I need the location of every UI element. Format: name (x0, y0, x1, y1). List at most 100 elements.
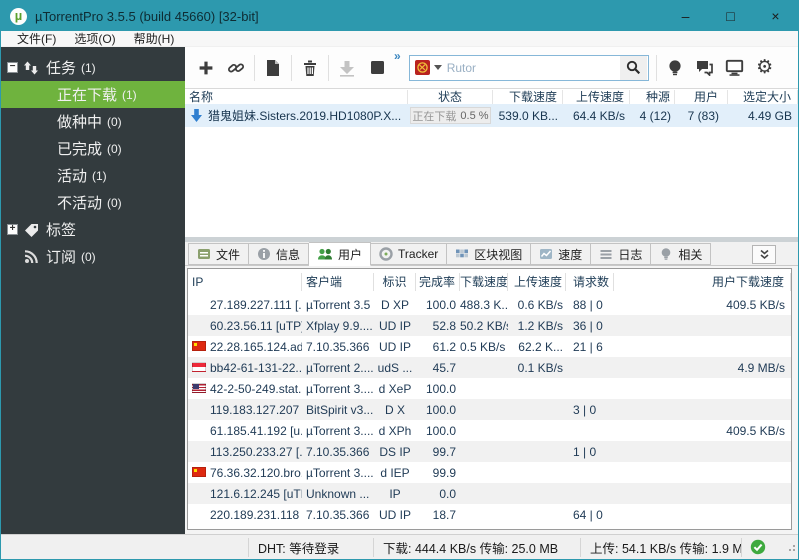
gear-icon: ⚙ (756, 57, 774, 78)
info-icon (257, 247, 271, 261)
torrent-seeds: 4 (12) (639, 108, 671, 123)
peer-row[interactable]: 22.28.165.124.ad... 7.10.35.366 UD IP 61.2 0… (188, 336, 791, 357)
rutor-engine-icon[interactable] (414, 60, 430, 75)
settings-button[interactable]: ⚙ (750, 53, 780, 83)
peer-row[interactable]: 119.183.127.207 BitSpirit v3.... D X 100.0 3… (188, 399, 791, 420)
column-header-size[interactable]: 选定大小 (728, 89, 798, 104)
menu-file[interactable]: 文件(F) (8, 30, 65, 47)
peer-row[interactable]: 60.23.56.11 [uTP] Xfplay 9.9.... UD IP 52.8… (188, 315, 791, 336)
torrent-peers: 7 (83) (687, 108, 719, 123)
search-button[interactable] (619, 55, 647, 80)
toolbar-overflow-chevron[interactable]: » (394, 49, 401, 63)
peer-column-client[interactable]: 客户端 (302, 272, 374, 291)
menu-help[interactable]: 帮助(H) (125, 30, 184, 47)
close-button[interactable]: × (753, 1, 798, 31)
column-header-name[interactable]: 名称 (185, 89, 408, 104)
create-torrent-button[interactable] (258, 53, 288, 83)
peer-down-speed: 50.2 KB/s (460, 318, 508, 333)
window-title: µTorrentPro 3.5.5 (build 45660) [32-bit] (35, 8, 259, 24)
resize-grip[interactable] (786, 539, 796, 557)
sidebar-item-labels[interactable]: + 标签 (1, 216, 185, 243)
peer-dl-rate: 4.9 MB/s (737, 360, 785, 375)
search-box (408, 54, 649, 81)
sidebar-item-count: (1) (122, 87, 137, 102)
peer-percent: 61.2 (432, 339, 456, 354)
tab-label: 相关 (678, 247, 703, 262)
sidebar-item-seeding[interactable]: 做种中 (0) (1, 108, 185, 135)
peer-ip: bb42-61-131-22... (210, 360, 302, 375)
tab-speed[interactable]: 速度 (531, 243, 592, 265)
collapse-detail-button[interactable] (752, 245, 776, 264)
detail-pane: IP 客户端 标识 完成率 下载速度 上传速度 请求数 用户下载速度 27.18… (185, 266, 798, 534)
plus-icon (199, 61, 213, 74)
column-header-down-speed[interactable]: 下载速度 (493, 89, 563, 104)
remove-torrent-button[interactable] (295, 53, 325, 83)
peer-requests: 36 | 0 (573, 318, 603, 333)
flag-placeholder (192, 425, 208, 436)
add-torrent-button[interactable] (191, 53, 221, 83)
tab-files[interactable]: 文件 (188, 243, 250, 265)
peer-column-flags[interactable]: 标识 (374, 272, 416, 291)
tab-info[interactable]: 信息 (249, 243, 310, 265)
trash-icon (304, 60, 316, 76)
remote-access-button[interactable] (660, 53, 690, 83)
peer-row[interactable]: 76.36.32.120.bro... µTorrent 3.... d IEP 99… (188, 462, 791, 483)
sidebar-item-downloading[interactable]: 正在下载 (1) (1, 81, 185, 108)
log-icon (599, 247, 613, 261)
sidebar-item-active[interactable]: 活动 (1) (1, 162, 185, 189)
tab-related[interactable]: 相关 (651, 243, 712, 265)
peers-panel: IP 客户端 标识 完成率 下载速度 上传速度 请求数 用户下载速度 27.18… (187, 268, 792, 530)
peer-column-peer-dl-rate[interactable]: 用户下载速度 (614, 272, 791, 291)
maximize-button[interactable]: □ (708, 1, 753, 31)
tab-trackers[interactable]: Tracker (371, 243, 448, 265)
sidebar-item-finished[interactable]: 已完成 (0) (1, 135, 185, 162)
expand-icon[interactable]: + (7, 224, 18, 235)
peer-flags: UD IP (378, 339, 411, 354)
column-header-status[interactable]: 状态 (408, 89, 493, 104)
peer-column-up-speed[interactable]: 上传速度 (508, 272, 566, 291)
torrent-row[interactable]: 猎鬼姐妹.Sisters.2019.HD1080P.X... 正在下载 0.5 % 5… (185, 104, 798, 127)
peer-flags: udS ... (377, 360, 413, 375)
peer-row[interactable]: 42-2-50-249.stat... µTorrent 3.... d XeP 10… (188, 378, 791, 399)
peer-row[interactable]: 220.189.231.118 ... 7.10.35.366 UD IP 18.7 6… (188, 504, 791, 525)
peer-row[interactable]: bb42-61-131-22... µTorrent 2.... udS ... 45… (188, 357, 791, 378)
peer-column-percent[interactable]: 完成率 (416, 272, 460, 291)
column-header-peers[interactable]: 用户 (675, 89, 728, 104)
titlebar[interactable]: µ µTorrentPro 3.5.5 (build 45660) [32-bi… (1, 1, 798, 31)
chat-button[interactable] (690, 53, 720, 83)
start-download-button[interactable] (332, 53, 362, 83)
menu-options[interactable]: 选项(O) (65, 30, 124, 47)
column-header-up-speed[interactable]: 上传速度 (563, 89, 630, 104)
sidebar-item-label: 不活动 (57, 195, 103, 212)
peer-column-ip[interactable]: IP (188, 272, 302, 291)
add-magnet-link-button[interactable] (221, 53, 251, 83)
peer-row[interactable]: 121.6.12.245 [uTP] Unknown ... IP 0.0 (188, 483, 791, 504)
sidebar-item-feeds[interactable]: 订阅 (0) (1, 243, 185, 270)
stop-button[interactable] (362, 53, 392, 83)
minimize-button[interactable]: – (663, 1, 708, 31)
collapse-icon[interactable]: − (7, 62, 18, 73)
peer-percent: 100.0 (425, 381, 456, 396)
tab-logger[interactable]: 日志 (591, 243, 652, 265)
peer-column-down-speed[interactable]: 下载速度 (460, 272, 508, 291)
peer-ip: 22.28.165.124.ad... (210, 339, 302, 354)
new-file-icon (267, 59, 279, 76)
tab-peers[interactable]: 用户 (309, 242, 372, 266)
sidebar-item-tasks[interactable]: − 任务 (1) (1, 54, 185, 81)
peer-flags: d IEP (380, 465, 410, 480)
peer-client: Xfplay 9.9.... (306, 318, 373, 333)
sidebar-item-inactive[interactable]: 不活动 (0) (1, 189, 185, 216)
search-input[interactable] (446, 60, 620, 75)
peer-row[interactable]: 27.189.227.111 [... µTorrent 3.5 D XP 100.0… (188, 294, 791, 315)
tab-pieces[interactable]: 区块视图 (447, 243, 532, 265)
flag-placeholder (192, 509, 208, 520)
dht-status: DHT: 等待登录 (258, 541, 340, 556)
column-header-seeds[interactable]: 种源 (630, 89, 675, 104)
rss-icon (22, 249, 40, 264)
peer-row[interactable]: 113.250.233.27 [... 7.10.35.366 DS IP 99.7 1… (188, 441, 791, 462)
search-engine-dropdown-icon[interactable] (433, 65, 442, 70)
peer-row[interactable]: 61.185.41.192 [u... µTorrent 3.... d XPh 10… (188, 420, 791, 441)
flag-us-icon (192, 383, 208, 394)
peer-column-requests[interactable]: 请求数 (566, 272, 614, 291)
devices-button[interactable] (720, 53, 750, 83)
